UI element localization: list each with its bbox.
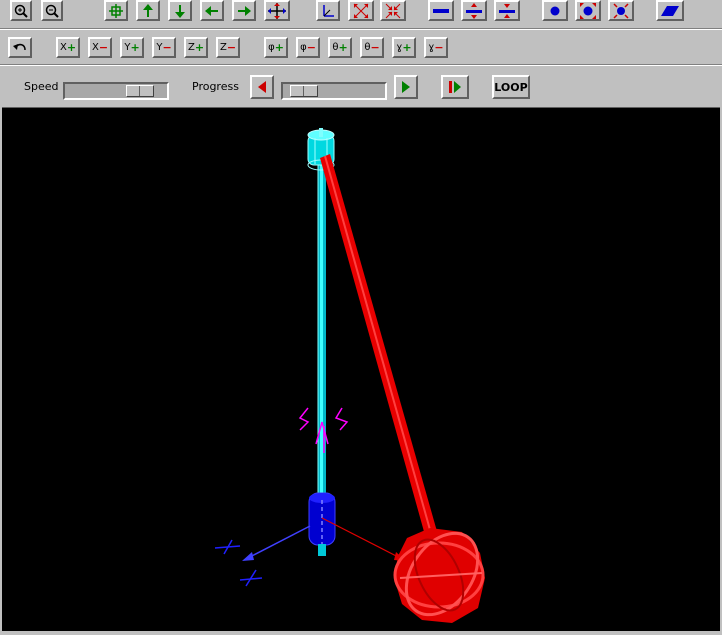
sign-glyph: − bbox=[226, 41, 237, 54]
rotate-plus-button[interactable]: θ + bbox=[328, 37, 352, 58]
plane-button[interactable] bbox=[656, 0, 684, 21]
toolbar-animation: Speed Progress LOOP bbox=[0, 68, 722, 105]
triangle-left-icon bbox=[258, 81, 266, 93]
contract-button[interactable] bbox=[380, 0, 406, 21]
axis-letter: X bbox=[59, 42, 67, 53]
sign-glyph: − bbox=[98, 41, 109, 54]
undo-arrow-icon bbox=[13, 43, 26, 50]
line-contract-icon bbox=[499, 3, 515, 18]
translate-minus-button[interactable]: X − bbox=[88, 37, 112, 58]
parallelogram-icon bbox=[661, 5, 679, 16]
toolbar-rotate: X + X − Y + Y − Z + Z − φ + φ − θ + θ − ɣ + ɣ − bbox=[0, 31, 722, 63]
rotate-minus-button[interactable]: ɣ − bbox=[424, 37, 448, 58]
progress-slider-thumb[interactable] bbox=[290, 85, 318, 97]
axis-letter: X bbox=[91, 42, 99, 53]
rotate-minus-button[interactable]: φ − bbox=[296, 37, 320, 58]
sign-glyph: + bbox=[66, 41, 77, 54]
arrow-right-icon bbox=[238, 5, 251, 16]
rotate-plus-button[interactable]: ɣ + bbox=[392, 37, 416, 58]
toolbar-view bbox=[0, 0, 722, 28]
point-contract-button[interactable] bbox=[608, 0, 634, 21]
speed-label: Speed bbox=[24, 80, 59, 93]
progress-label: Progress bbox=[192, 80, 239, 93]
point-button[interactable] bbox=[542, 0, 568, 21]
center-button[interactable] bbox=[104, 0, 128, 21]
sign-glyph: + bbox=[194, 41, 205, 54]
arrow-down-icon bbox=[175, 4, 185, 18]
speed-slider-thumb[interactable] bbox=[126, 85, 154, 97]
expand-button[interactable] bbox=[348, 0, 374, 21]
pan-left-button[interactable] bbox=[200, 0, 224, 21]
sign-glyph: − bbox=[370, 41, 380, 54]
pan-all-button[interactable] bbox=[264, 0, 290, 21]
translate-minus-button[interactable]: Y − bbox=[152, 37, 176, 58]
dot-icon bbox=[550, 6, 560, 15]
translate-plus-button[interactable]: Y + bbox=[120, 37, 144, 58]
translate-plus-button[interactable]: Z + bbox=[184, 37, 208, 58]
line-expand-icon bbox=[466, 2, 482, 19]
line-contract-button[interactable] bbox=[494, 0, 520, 21]
zoom-out-button[interactable] bbox=[41, 0, 63, 21]
axis-letter: φ bbox=[300, 42, 307, 53]
dot-contract-icon bbox=[613, 2, 629, 19]
sign-glyph: + bbox=[338, 41, 348, 54]
axis-letter: φ bbox=[268, 42, 275, 53]
speed-slider[interactable] bbox=[63, 82, 169, 100]
blue-joint-cylinder bbox=[308, 492, 336, 556]
play-pause-icon bbox=[449, 81, 461, 93]
sign-glyph: − bbox=[162, 41, 172, 54]
red-pendulum-bob bbox=[393, 528, 485, 623]
pan-up-button[interactable] bbox=[136, 0, 160, 21]
translate-plus-button[interactable]: X + bbox=[56, 37, 80, 58]
contract-arrows-icon bbox=[385, 3, 401, 18]
sign-glyph: + bbox=[402, 41, 412, 54]
magnifier-minus-icon bbox=[45, 4, 59, 18]
rotate-minus-button[interactable]: θ − bbox=[360, 37, 384, 58]
expand-arrows-icon bbox=[353, 3, 369, 18]
divider bbox=[0, 28, 722, 30]
sign-glyph: + bbox=[130, 41, 140, 54]
magnifier-plus-icon bbox=[14, 4, 28, 18]
loop-button-label: LOOP bbox=[494, 80, 528, 94]
step-forward-button[interactable] bbox=[394, 75, 418, 99]
rotate-plus-button[interactable]: φ + bbox=[264, 37, 288, 58]
progress-slider[interactable] bbox=[281, 82, 387, 100]
translate-minus-button[interactable]: Z − bbox=[216, 37, 240, 58]
undo-button[interactable] bbox=[8, 37, 32, 58]
divider bbox=[0, 64, 722, 66]
axes-button[interactable] bbox=[316, 0, 340, 21]
loop-button[interactable]: LOOP bbox=[492, 75, 530, 99]
arrow-up-icon bbox=[143, 3, 153, 17]
triangle-right-icon bbox=[402, 81, 410, 93]
four-way-arrows-icon bbox=[268, 2, 286, 19]
red-link bbox=[320, 154, 440, 546]
pan-right-button[interactable] bbox=[232, 0, 256, 21]
line-icon bbox=[433, 8, 449, 13]
line-expand-button[interactable] bbox=[461, 0, 487, 21]
crosshair-grid-icon bbox=[109, 3, 123, 18]
dot-expand-icon bbox=[580, 2, 596, 19]
play-pause-button[interactable] bbox=[441, 75, 469, 99]
axes-icon bbox=[323, 4, 334, 17]
point-expand-button[interactable] bbox=[575, 0, 601, 21]
step-back-button[interactable] bbox=[250, 75, 274, 99]
zoom-in-button[interactable] bbox=[10, 0, 32, 21]
sign-glyph: + bbox=[274, 41, 284, 54]
arrow-left-icon bbox=[205, 5, 218, 16]
cyan-link bbox=[317, 148, 326, 543]
axis-letter: Z bbox=[187, 42, 195, 53]
3d-viewport[interactable] bbox=[2, 107, 720, 631]
line-thin-button[interactable] bbox=[428, 0, 454, 21]
sign-glyph: − bbox=[306, 41, 316, 54]
pan-down-button[interactable] bbox=[168, 0, 192, 21]
sign-glyph: − bbox=[434, 41, 444, 54]
axis-letter: Z bbox=[219, 42, 227, 53]
pendulum-scene bbox=[214, 128, 485, 623]
